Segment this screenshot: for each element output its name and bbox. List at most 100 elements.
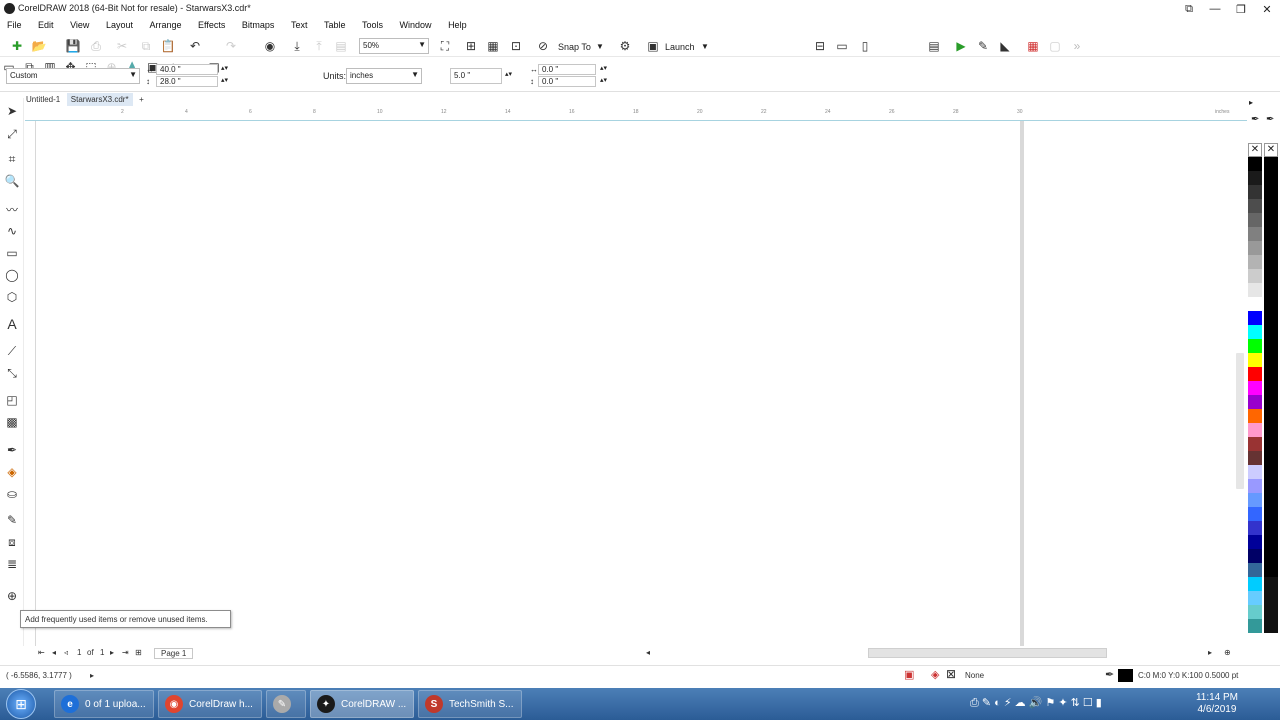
duplicate-y-input[interactable]: 0.0 " (538, 76, 596, 87)
print-icon[interactable]: ⎙ (87, 37, 105, 55)
taskbar-item-coreldraw[interactable]: ✦ CorelDRAW ... (310, 690, 414, 718)
dup-x-stepper[interactable]: ▴▾ (600, 64, 607, 72)
palette-swatch[interactable] (1264, 619, 1278, 633)
interactive-fill-icon[interactable]: ◈ (3, 463, 21, 481)
prev-step-icon[interactable]: ◃ (64, 648, 68, 657)
parallel-dimension-icon[interactable]: ⟋ (3, 342, 21, 360)
palette-swatch[interactable] (1264, 591, 1278, 605)
copy-icon[interactable]: ⧉ (137, 37, 155, 55)
crop-tool-icon[interactable]: ⌗ (3, 150, 21, 168)
first-page-icon[interactable]: ⇤ (38, 648, 45, 657)
freehand-tool-icon[interactable]: 〰 (3, 200, 21, 218)
redo-icon[interactable]: ↷ (222, 37, 240, 55)
palette-swatch[interactable] (1248, 325, 1262, 339)
units-select[interactable]: inches ▼ (346, 68, 422, 84)
palette-swatch[interactable] (1264, 507, 1278, 521)
macro-editor-icon[interactable]: ✎ (974, 37, 992, 55)
run-macro-icon[interactable]: ▶ (952, 37, 970, 55)
palette-swatch[interactable] (1248, 255, 1262, 269)
palette-swatch[interactable] (1248, 157, 1262, 171)
launch-dropdown-icon[interactable]: ▼ (701, 42, 709, 51)
palette-swatch[interactable] (1248, 171, 1262, 185)
outline-pen-icon[interactable]: ✎ (3, 511, 21, 529)
color-proof-icon[interactable]: ▣ (904, 668, 914, 681)
palette-swatch[interactable] (1248, 605, 1262, 619)
palette-swatch[interactable] (1248, 535, 1262, 549)
import-icon[interactable]: ⤓ (288, 37, 306, 55)
full-screen-icon[interactable]: ⛶ (436, 37, 454, 55)
vertical-scroll-thumb[interactable] (1236, 353, 1244, 489)
palette-swatch[interactable] (1264, 395, 1278, 409)
outline-color-swatch[interactable] (1118, 669, 1133, 682)
palette-swatch[interactable] (1264, 199, 1278, 213)
palette-swatch[interactable] (1264, 605, 1278, 619)
palette-swatch[interactable] (1264, 339, 1278, 353)
export-icon[interactable]: ⤒ (310, 37, 328, 55)
close-button[interactable]: ✕ (1254, 0, 1280, 18)
palette-swatch[interactable] (1264, 381, 1278, 395)
palette-swatch[interactable] (1248, 591, 1262, 605)
status-expand-icon[interactable]: ▸ (90, 671, 94, 680)
taskbar-item-paint[interactable]: ✎ (266, 690, 306, 718)
duplicate-x-input[interactable]: 0.0 " (538, 64, 596, 75)
menu-table[interactable]: Table (317, 18, 353, 30)
palette-swatch[interactable] (1248, 493, 1262, 507)
paste-icon[interactable]: 📋 (159, 37, 177, 55)
palette-swatch[interactable] (1264, 241, 1278, 255)
palette-swatch[interactable] (1248, 381, 1262, 395)
fill-eyedropper-icon[interactable]: ✒ (1251, 114, 1259, 125)
add-page-icon[interactable]: ⊞ (135, 648, 142, 657)
menu-tools[interactable]: Tools (355, 18, 390, 30)
cut-icon[interactable]: ✂ (113, 37, 131, 55)
stop-macro-icon[interactable]: ▢ (1046, 37, 1064, 55)
palette-swatch[interactable] (1264, 409, 1278, 423)
drawing-canvas[interactable] (36, 121, 1236, 646)
palette-swatch[interactable] (1248, 423, 1262, 437)
system-tray[interactable]: ⎙ ✎ ◐ ⚡ ☁ 🔊 ⚑ ✦ ⇅ ☐ ▮ (970, 696, 1102, 710)
palette-swatch[interactable] (1264, 367, 1278, 381)
start-button[interactable]: ⊞ (6, 689, 36, 719)
no-fill-icon[interactable]: ⊠ (946, 667, 956, 681)
quick-customize-icon[interactable]: ⊕ (3, 587, 21, 605)
save-icon[interactable]: 💾 (64, 37, 82, 55)
palette-swatch[interactable] (1264, 549, 1278, 563)
undo-icon[interactable]: ↶ (186, 37, 204, 55)
text-options-icon[interactable]: ▭ (833, 37, 851, 55)
zoom-tool-icon[interactable]: 🔍 (3, 172, 21, 190)
prev-page-icon[interactable]: ◂ (52, 648, 56, 657)
palette-none-swatch[interactable]: ✕ (1264, 143, 1278, 157)
width-stepper[interactable]: ▴▾ (221, 64, 228, 72)
show-guidelines-icon[interactable]: ⊡ (507, 37, 525, 55)
taskbar-item-techsmith[interactable]: S TechSmith S... (418, 690, 522, 718)
snap-to-icon[interactable]: ⊘ (534, 37, 552, 55)
palette-swatch[interactable] (1264, 465, 1278, 479)
palette-none-swatch[interactable]: ✕ (1248, 143, 1262, 157)
record-macro-icon[interactable]: ▦ (1024, 37, 1042, 55)
palette-swatch[interactable] (1248, 339, 1262, 353)
object-properties-icon[interactable]: ≣ (3, 555, 21, 573)
palette-swatch[interactable] (1248, 213, 1262, 227)
palette-swatch[interactable] (1248, 563, 1262, 577)
launch-icon[interactable]: ▣ (644, 37, 662, 55)
taskbar-item-chrome[interactable]: ◉ CorelDraw h... (158, 690, 262, 718)
palette-swatch[interactable] (1264, 521, 1278, 535)
palette-swatch[interactable] (1264, 171, 1278, 185)
horizontal-ruler[interactable]: 2 4 6 8 10 12 14 16 18 20 22 24 26 28 30… (25, 109, 1247, 121)
menu-layout[interactable]: Layout (99, 18, 140, 30)
palette-swatch[interactable] (1264, 283, 1278, 297)
palette-swatch[interactable] (1248, 297, 1262, 311)
palette-swatch[interactable] (1264, 255, 1278, 269)
palette-swatch[interactable] (1248, 521, 1262, 535)
connector-tool-icon[interactable]: ⤡ (3, 364, 21, 382)
vertical-ruler[interactable] (25, 121, 36, 646)
palette-swatch[interactable] (1248, 367, 1262, 381)
taskbar-item-ie[interactable]: e 0 of 1 uploa... (54, 690, 154, 718)
palette-swatch[interactable] (1264, 227, 1278, 241)
ellipse-tool-icon[interactable]: ◯ (3, 266, 21, 284)
artistic-media-icon[interactable]: ∿ (3, 222, 21, 240)
page-width-input[interactable]: 40.0 " (156, 64, 218, 75)
menu-text[interactable]: Text (284, 18, 315, 30)
outline-eyedropper-icon[interactable]: ✒ (1266, 114, 1274, 125)
palette-swatch[interactable] (1248, 437, 1262, 451)
menu-edit[interactable]: Edit (31, 18, 61, 30)
